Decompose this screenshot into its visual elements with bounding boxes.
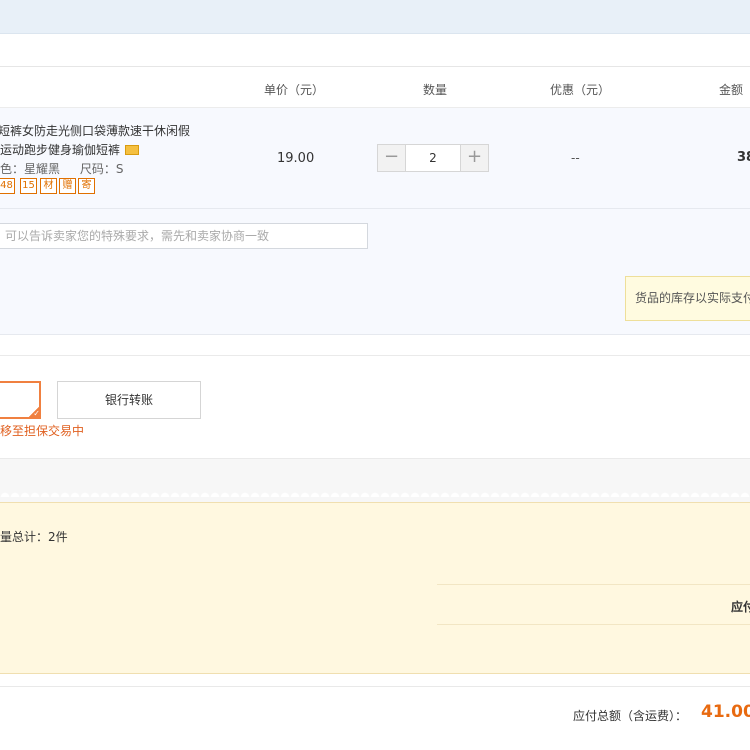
quantity-decrease-button[interactable]: − xyxy=(378,145,406,171)
badge-48-icon: 48 xyxy=(0,178,15,194)
badge-ship-icon: 寄 xyxy=(78,178,95,194)
header-amount: 金额（ xyxy=(719,83,750,97)
seller-message-input[interactable] xyxy=(0,223,368,249)
header-quantity: 数量 xyxy=(423,83,448,97)
top-banner xyxy=(0,0,750,34)
payment-option-selected[interactable]: ✓ xyxy=(0,381,41,419)
table-header: 单价（元） 数量 优惠（元） 金额（ xyxy=(0,66,750,108)
item-title-line2[interactable]: 运动跑步健身瑜伽短裤 xyxy=(0,141,140,158)
summary-divider xyxy=(437,624,750,625)
credit-card-icon xyxy=(125,144,140,155)
bank-transfer-button[interactable]: 银行转账 xyxy=(57,381,201,419)
divider-area xyxy=(0,459,750,503)
table-row: 短裤女防走光侧口袋薄款速干休闲假 运动跑步健身瑜伽短裤 色：星耀黑 尺码：S 4… xyxy=(0,108,750,209)
spacer xyxy=(0,34,750,66)
header-unit-price: 单价（元） xyxy=(264,83,325,97)
checkmark-icon: ✓ xyxy=(27,405,41,419)
item-amount: 38 xyxy=(737,150,750,165)
quantity-increase-button[interactable]: + xyxy=(460,145,488,171)
total-amount: 41.00 xyxy=(701,702,750,722)
stock-notice: 货品的库存以实际支付 xyxy=(625,276,750,321)
quantity-input[interactable] xyxy=(406,145,460,171)
total-item-count: 量总计：2件 xyxy=(0,530,68,544)
header-discount: 优惠（元） xyxy=(550,83,611,97)
total-label: 应付总额（含运费）： xyxy=(573,709,688,723)
order-summary xyxy=(0,502,750,674)
badge-gift-icon: 赠 xyxy=(59,178,76,194)
spacer xyxy=(0,674,750,686)
spacer xyxy=(0,335,750,356)
item-unit-price: 19.00 xyxy=(277,151,315,166)
quantity-stepper: − + xyxy=(377,144,489,172)
payment-note: 移至担保交易中 xyxy=(0,424,85,438)
wave-divider xyxy=(0,489,750,497)
summary-payable-label: 应付 xyxy=(731,600,750,614)
item-discount: -- xyxy=(571,151,580,165)
badge-15-icon: 15 xyxy=(20,178,37,194)
sku-size: 尺码：S xyxy=(79,162,124,176)
item-sku: 色：星耀黑 尺码：S xyxy=(0,160,139,177)
sku-color: 色：星耀黑 xyxy=(0,162,61,176)
summary-divider xyxy=(437,584,750,585)
item-title-line1[interactable]: 短裤女防走光侧口袋薄款速干休闲假 xyxy=(0,122,190,139)
badge-material-icon: 材 xyxy=(40,178,57,194)
